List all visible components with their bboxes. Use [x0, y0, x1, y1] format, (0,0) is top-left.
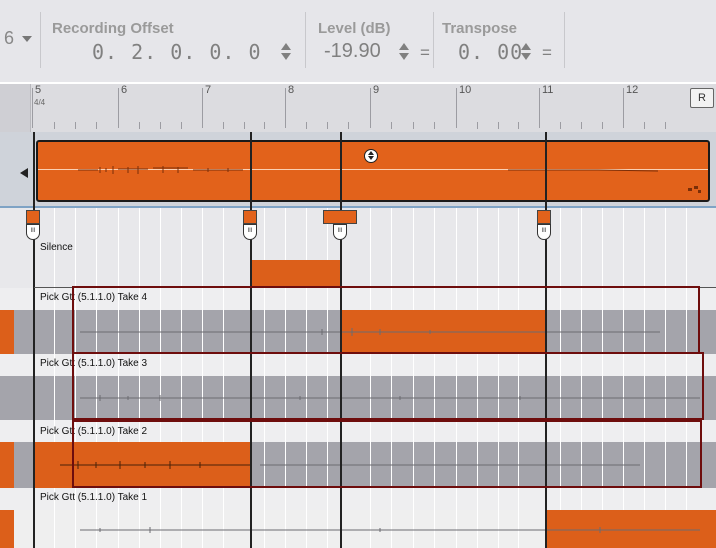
marker-flag-icon: [323, 210, 357, 224]
marker-handle-icon: III: [333, 224, 347, 240]
comp-marker[interactable]: III: [537, 210, 551, 244]
selection-box: [72, 420, 702, 488]
selection-box: [72, 286, 700, 354]
silence-label: Silence: [40, 242, 73, 253]
comp-marker[interactable]: III: [323, 210, 357, 244]
comp-marker[interactable]: III: [26, 210, 40, 244]
marker-handle-icon: III: [243, 224, 257, 240]
marker-handle-icon: III: [537, 224, 551, 240]
marker-handle-icon: III: [26, 224, 40, 240]
selection-box: [72, 352, 704, 420]
lane-title-take-1: Pick Gtt (5.1.1.0) Take 1: [40, 492, 148, 503]
comp-marker[interactable]: III: [243, 210, 257, 244]
bar-line: [33, 132, 35, 548]
marker-flag-icon: [243, 210, 257, 224]
marker-flag-icon: [537, 210, 551, 224]
marker-flag-icon: [26, 210, 40, 224]
